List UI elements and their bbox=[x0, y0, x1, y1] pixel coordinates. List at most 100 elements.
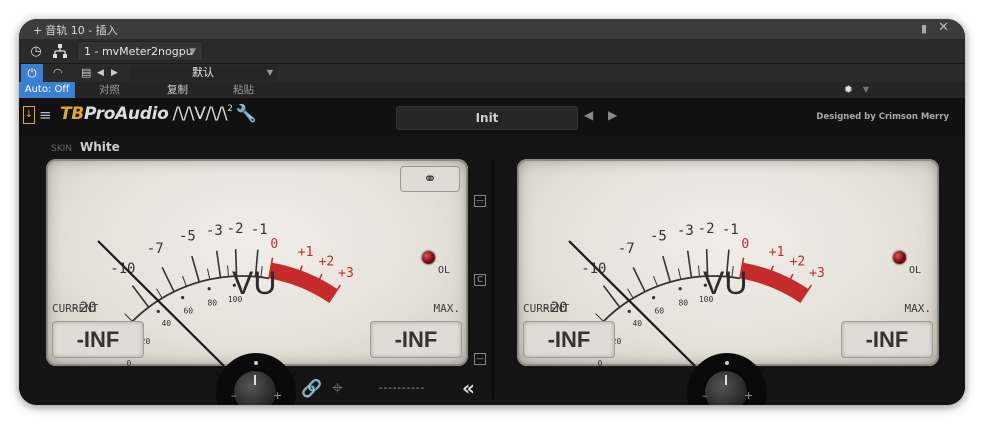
scale-label: +1 bbox=[769, 245, 785, 260]
percent-dot bbox=[181, 296, 185, 300]
knob-dot bbox=[725, 361, 729, 365]
scale-minor-tick bbox=[698, 265, 700, 277]
collapse-right-button[interactable]: — bbox=[474, 353, 486, 365]
curve-icon[interactable]: ◠ bbox=[53, 64, 63, 82]
percent-label: 80 bbox=[207, 298, 217, 307]
scale-label: 0 bbox=[270, 237, 278, 252]
hamburger-icon[interactable]: ≡ bbox=[39, 106, 52, 124]
plugin-header: ↓ ≡ TBProAudio/\/\V/\/\2 🔧 Init ◀ ▶ Desig… bbox=[19, 99, 965, 135]
knob-minus-label: – bbox=[702, 389, 708, 402]
max-value[interactable]: -INF bbox=[841, 321, 933, 358]
preset-list-icon[interactable]: ▤ bbox=[81, 64, 91, 82]
prev-preset-arrow-icon[interactable]: ◀ bbox=[584, 108, 593, 122]
scale-label: +1 bbox=[298, 245, 314, 260]
preset-name-box[interactable]: Init bbox=[396, 106, 578, 130]
percent-dot bbox=[652, 296, 656, 300]
current-value[interactable]: -INF bbox=[523, 321, 615, 358]
compare-button[interactable]: 对照 bbox=[99, 82, 120, 98]
scale-label: 0 bbox=[741, 237, 749, 252]
scale-minor-tick bbox=[156, 288, 163, 299]
max-value[interactable]: -INF bbox=[370, 321, 462, 358]
stereo-link-button[interactable]: ⚭ bbox=[400, 166, 460, 192]
percent-dot bbox=[678, 287, 682, 291]
target-icon[interactable]: ⌖ bbox=[332, 377, 343, 399]
scale-minor-tick bbox=[653, 275, 658, 287]
toolbar-top: ◷ 1 - mvMeter2nogpu ▼ bbox=[19, 39, 965, 64]
scale-tick bbox=[632, 267, 646, 293]
calibration-knob-left[interactable] bbox=[234, 371, 276, 405]
scale-label: -1 bbox=[251, 222, 268, 238]
scale-tick bbox=[215, 250, 222, 278]
default-preset-label: 默认 bbox=[192, 66, 214, 79]
collapse-left-button[interactable]: — bbox=[474, 195, 486, 207]
toolbar-preset: ⏻ ◠ ▤ ◀ ▶ 默认 ▼ bbox=[19, 64, 965, 82]
overload-label: OL bbox=[909, 265, 922, 276]
brand-mv: /\/\V/\/\ bbox=[172, 104, 228, 124]
chevron-down-icon[interactable]: ▼ bbox=[863, 82, 869, 98]
knob-indicator bbox=[725, 375, 727, 385]
calibration-knob-right-wrap bbox=[687, 353, 767, 405]
scale-minor-tick bbox=[227, 265, 229, 277]
scale-label: -3 bbox=[206, 223, 223, 239]
scale-label: +3 bbox=[809, 266, 825, 281]
overload-led bbox=[422, 251, 435, 264]
collapse-arrows-icon[interactable]: « bbox=[462, 376, 475, 400]
calibration-knob-right[interactable] bbox=[705, 371, 747, 405]
percent-label: 80 bbox=[678, 298, 688, 307]
scale-tick bbox=[686, 250, 693, 278]
wrench-icon[interactable]: 🔧 bbox=[236, 104, 257, 124]
routing-icon[interactable] bbox=[49, 41, 71, 61]
calibration-knob-left-wrap bbox=[216, 353, 296, 405]
scale-label: -1 bbox=[722, 222, 739, 238]
skin-label: SKIN bbox=[51, 144, 73, 154]
current-value[interactable]: -INF bbox=[52, 321, 144, 358]
scale-label: +3 bbox=[338, 266, 354, 281]
sync-readout[interactable]: ---------- bbox=[379, 383, 425, 394]
scale-label: -3 bbox=[677, 223, 694, 239]
link-icon[interactable]: 🔗 bbox=[301, 379, 322, 399]
vu-unit-label: VU bbox=[703, 265, 748, 301]
scale-label: -2 bbox=[698, 221, 715, 237]
add-icon[interactable]: + bbox=[33, 24, 42, 37]
skin-value: White bbox=[80, 140, 120, 154]
window-title: 音轨 10 - 插入 bbox=[45, 24, 118, 37]
scale-tick bbox=[662, 255, 672, 283]
next-preset-arrow-icon[interactable]: ▶ bbox=[608, 108, 617, 122]
power-icon[interactable]: ⏻ bbox=[21, 64, 43, 82]
scale-minor-tick bbox=[182, 275, 187, 287]
percent-label: 0 bbox=[597, 359, 602, 366]
scale-tick bbox=[191, 255, 201, 283]
scale-label: +2 bbox=[319, 254, 335, 269]
knob-plus-label: + bbox=[744, 389, 754, 402]
gear-icon[interactable]: ✹ bbox=[844, 82, 853, 98]
auto-off-button[interactable]: Auto: Off bbox=[19, 82, 75, 98]
paste-button[interactable]: 粘贴 bbox=[233, 82, 254, 98]
plugin-preset-dropdown[interactable]: 1 - mvMeter2nogpu ▼ bbox=[77, 41, 203, 61]
center-button[interactable]: C bbox=[474, 274, 486, 286]
scale-tick bbox=[161, 267, 175, 293]
max-label: MAX. bbox=[433, 302, 461, 315]
pin-icon[interactable]: ▮ bbox=[921, 22, 927, 35]
scale-label: -2 bbox=[227, 221, 244, 237]
prev-preset-icon[interactable]: ◀ bbox=[97, 64, 104, 82]
scale-label: +2 bbox=[790, 254, 806, 269]
copy-button[interactable]: 复制 bbox=[167, 82, 188, 98]
scale-label: -5 bbox=[650, 229, 667, 245]
next-preset-icon[interactable]: ▶ bbox=[111, 64, 118, 82]
meter-divider bbox=[492, 159, 494, 399]
chevron-down-icon: ▼ bbox=[266, 68, 273, 77]
brand-logo: TBProAudio/\/\V/\/\2 🔧 bbox=[60, 104, 257, 124]
clock-icon[interactable]: ◷ bbox=[25, 41, 47, 61]
default-preset-dropdown[interactable]: 默认 ▼ bbox=[129, 65, 277, 81]
brand-tb: TB bbox=[60, 104, 84, 124]
scale-label: -5 bbox=[179, 229, 196, 245]
close-icon[interactable]: ✕ bbox=[938, 20, 949, 35]
download-icon[interactable]: ↓ bbox=[23, 106, 35, 124]
scale-minor-tick bbox=[627, 288, 634, 299]
vu-unit-label: VU bbox=[232, 265, 277, 301]
plugin-window: + 音轨 10 - 插入 ▮ ✕ ◷ 1 - mvMeter2nogpu ▼ ⏻ … bbox=[19, 19, 965, 405]
plugin-preset-label: 1 - mvMeter2nogpu bbox=[84, 45, 193, 58]
scale-minor-tick bbox=[677, 268, 682, 280]
plugin-area: ↓ ≡ TBProAudio/\/\V/\/\2 🔧 Init ◀ ▶ Desig… bbox=[19, 99, 965, 405]
skin-selector[interactable]: SKIN White bbox=[51, 140, 120, 154]
